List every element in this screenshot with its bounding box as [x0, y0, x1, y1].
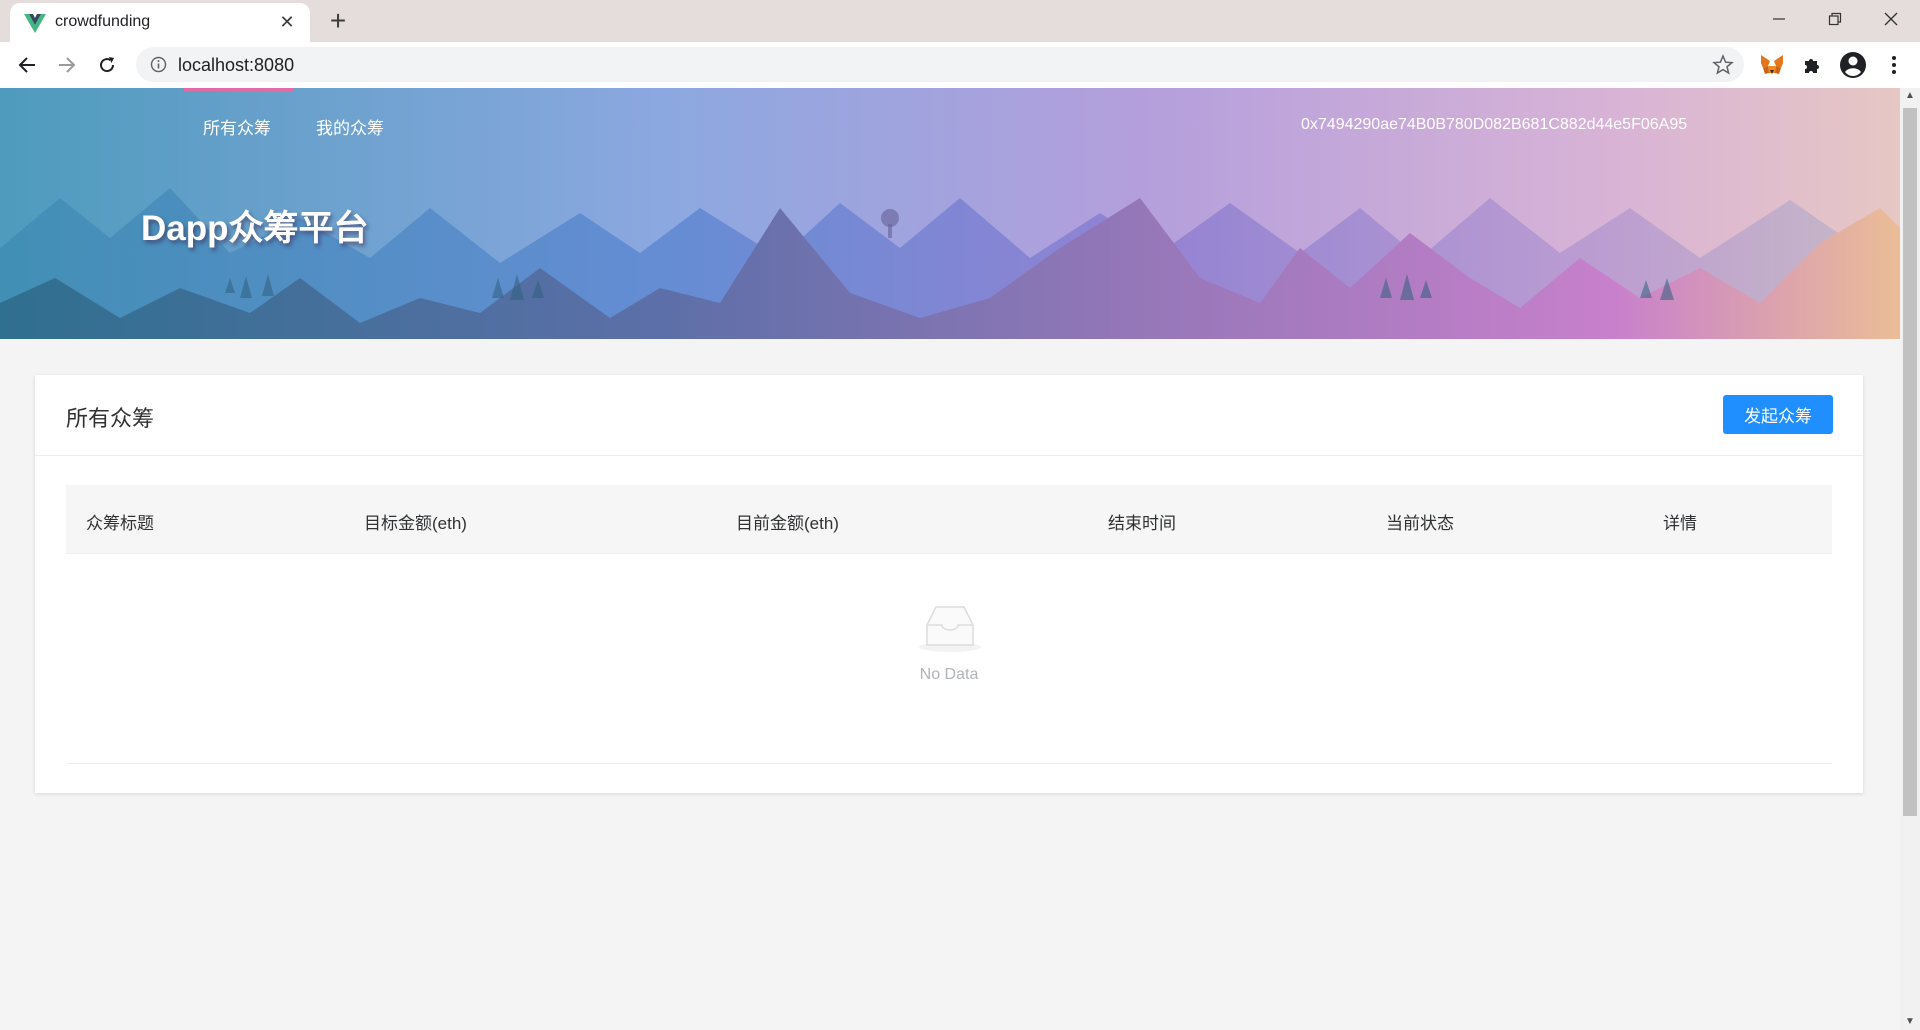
tab-title: crowdfunding: [55, 13, 151, 30]
reload-icon: [100, 57, 115, 73]
close-window-button[interactable]: [1863, 0, 1919, 38]
forward-button[interactable]: [52, 50, 82, 80]
scroll-up-icon[interactable]: ▲: [1900, 88, 1920, 104]
page-scrollbar[interactable]: ▲ ▼: [1900, 88, 1920, 1030]
address-bar[interactable]: localhost:8080: [136, 47, 1744, 82]
minimize-icon: [1773, 18, 1785, 20]
card-header: 所有众筹 发起众筹: [35, 375, 1863, 456]
url-text: localhost:8080: [178, 55, 295, 75]
nav-item-all-crowdfunding[interactable]: 所有众筹: [203, 114, 271, 139]
account-circle-icon: [1840, 52, 1866, 78]
extensions-button[interactable]: [1797, 50, 1827, 80]
empty-text: No Data: [919, 666, 979, 683]
profile-button[interactable]: [1838, 50, 1868, 80]
table-header: 众筹标题 目标金额(eth) 目前金额(eth) 结束时间 当前状态 详情: [66, 485, 1832, 554]
restore-icon: [1828, 12, 1842, 26]
account-address: 0x7494290ae74B0B780D082B681C882d44e5F06A…: [1301, 116, 1688, 133]
arrow-left-icon: [18, 57, 35, 73]
nav-active-indicator: [184, 88, 294, 91]
star-icon[interactable]: [1712, 54, 1734, 76]
column-header-details: 详情: [1663, 514, 1697, 533]
browser-menu-button[interactable]: [1879, 50, 1909, 80]
reload-button[interactable]: [92, 50, 122, 80]
scroll-thumb[interactable]: [1903, 108, 1917, 816]
card-title: 所有众筹: [66, 406, 155, 431]
minimize-button[interactable]: [1751, 0, 1807, 38]
scroll-down-icon[interactable]: ▼: [1900, 1014, 1920, 1030]
nav-item-my-crowdfunding[interactable]: 我的众筹: [316, 114, 384, 139]
header-banner: 所有众筹 我的众筹 0x7494290ae74B0B780D082B681C88…: [0, 88, 1900, 339]
column-header-target-amount: 目标金额(eth): [364, 514, 467, 533]
vue-logo-icon: [24, 14, 46, 33]
column-header-status: 当前状态: [1386, 514, 1454, 533]
info-icon[interactable]: [150, 56, 167, 73]
metamask-fox-icon: [1761, 55, 1783, 74]
table-empty-state: No Data: [66, 553, 1832, 764]
crowdfunding-card: 所有众筹 发起众筹 众筹标题 目标金额(eth) 目前金额(eth) 结束时间 …: [35, 375, 1863, 793]
new-tab-button[interactable]: +: [323, 7, 353, 35]
more-vertical-icon: [1892, 56, 1896, 74]
create-crowdfunding-button[interactable]: 发起众筹: [1723, 395, 1833, 434]
arrow-right-icon: [59, 57, 76, 73]
column-header-title: 众筹标题: [86, 514, 154, 533]
column-header-end-time: 结束时间: [1108, 514, 1176, 533]
close-icon: [1884, 12, 1898, 26]
browser-tab[interactable]: crowdfunding ✕: [10, 3, 310, 42]
brand-title: Dapp众筹平台: [141, 209, 369, 248]
puzzle-icon: [1805, 59, 1819, 73]
inbox-icon: [919, 606, 981, 652]
metamask-extension-button[interactable]: [1757, 50, 1787, 80]
back-button[interactable]: [12, 50, 42, 80]
browser-tab-strip: crowdfunding ✕ +: [0, 0, 1920, 42]
page: 所有众筹 我的众筹 0x7494290ae74B0B780D082B681C88…: [0, 88, 1920, 1030]
browser-toolbar: localhost:8080: [0, 42, 1920, 88]
tab-close-icon[interactable]: ✕: [276, 11, 298, 33]
restore-button[interactable]: [1807, 0, 1863, 38]
column-header-current-amount: 目前金额(eth): [736, 514, 839, 533]
